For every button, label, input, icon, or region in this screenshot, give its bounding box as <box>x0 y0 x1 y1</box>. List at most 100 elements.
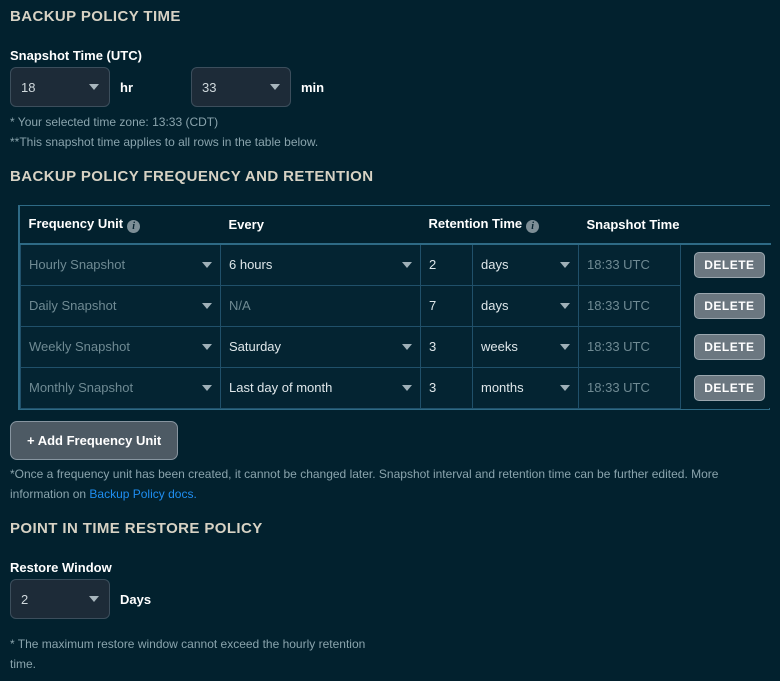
snapshot-time-value: 18:33 UTC <box>587 380 650 395</box>
retention-value: 3 <box>429 380 436 395</box>
column-header-retention-time: Retention Timei <box>421 206 579 244</box>
cell-delete: DELETE <box>681 244 771 285</box>
delete-button[interactable]: DELETE <box>694 293 764 319</box>
cell-frequency-unit[interactable]: Weekly Snapshot <box>21 326 221 367</box>
table-row: Daily Snapshot N/A 7 days 18:33 UTC DELE… <box>21 285 771 326</box>
cell-snapshot-time: 18:33 UTC <box>579 367 681 408</box>
delete-button[interactable]: DELETE <box>694 252 764 278</box>
timezone-note: * Your selected time zone: 13:33 (CDT) <box>10 112 218 132</box>
cell-delete: DELETE <box>681 285 771 326</box>
snapshot-time-value: 18:33 UTC <box>587 298 650 313</box>
table-row: Monthly Snapshot Last day of month 3 mon… <box>21 367 771 408</box>
delete-button[interactable]: DELETE <box>694 375 764 401</box>
snapshot-minute-select[interactable]: 33 <box>191 67 291 107</box>
cell-retention-unit[interactable]: days <box>473 285 579 326</box>
chevron-down-icon <box>560 385 570 391</box>
cell-retention-unit[interactable]: months <box>473 367 579 408</box>
chevron-down-icon <box>402 344 412 350</box>
restore-window-value: 2 <box>21 592 83 607</box>
info-icon[interactable]: i <box>526 220 539 233</box>
column-header-frequency-unit-label: Frequency Unit <box>29 216 124 231</box>
chevron-down-icon <box>402 385 412 391</box>
restore-window-select[interactable]: 2 <box>10 579 110 619</box>
restore-window-label: Restore Window <box>10 560 112 575</box>
point-in-time-restore-heading: POINT IN TIME RESTORE POLICY <box>10 520 263 537</box>
every-value: N/A <box>229 298 251 313</box>
cell-retention-unit[interactable]: weeks <box>473 326 579 367</box>
applies-to-rows-note: **This snapshot time applies to all rows… <box>10 132 318 152</box>
chevron-down-icon <box>560 303 570 309</box>
cell-frequency-unit[interactable]: Daily Snapshot <box>21 285 221 326</box>
retention-unit-value: weeks <box>481 339 518 354</box>
table-row: Hourly Snapshot 6 hours 2 days 18:33 UTC <box>21 244 771 285</box>
minute-unit-label: min <box>301 80 324 95</box>
cell-delete: DELETE <box>681 326 771 367</box>
restore-window-controls: 2 Days <box>10 579 151 619</box>
table-header-row: Frequency Uniti Every Retention Timei Sn… <box>21 206 771 244</box>
cell-frequency-unit[interactable]: Hourly Snapshot <box>21 244 221 285</box>
column-header-snapshot-time: Snapshot Time <box>579 206 771 244</box>
cell-delete: DELETE <box>681 367 771 408</box>
frequency-retention-heading: BACKUP POLICY FREQUENCY AND RETENTION <box>10 168 373 185</box>
add-frequency-unit-button[interactable]: + Add Frequency Unit <box>10 421 178 460</box>
frequency-retention-table-wrap: Frequency Uniti Every Retention Timei Sn… <box>18 205 770 410</box>
cell-retention-value[interactable]: 3 <box>421 367 473 408</box>
snapshot-time-value: 18:33 UTC <box>587 339 650 354</box>
cell-snapshot-time: 18:33 UTC <box>579 244 681 285</box>
column-header-every-label: Every <box>229 217 264 232</box>
frequency-unit-value: Hourly Snapshot <box>29 257 125 272</box>
chevron-down-icon <box>202 303 212 309</box>
cell-frequency-unit[interactable]: Monthly Snapshot <box>21 367 221 408</box>
cell-snapshot-time: 18:33 UTC <box>579 285 681 326</box>
info-icon[interactable]: i <box>127 220 140 233</box>
cell-every[interactable]: Saturday <box>221 326 421 367</box>
every-value: Saturday <box>229 339 281 354</box>
chevron-down-icon <box>270 84 280 90</box>
chevron-down-icon <box>202 385 212 391</box>
backup-policy-docs-link[interactable]: Backup Policy docs. <box>89 487 196 501</box>
snapshot-time-value: 18:33 UTC <box>587 257 650 272</box>
every-value: Last day of month <box>229 380 332 395</box>
chevron-down-icon <box>560 344 570 350</box>
retention-value: 3 <box>429 339 436 354</box>
cell-snapshot-time: 18:33 UTC <box>579 326 681 367</box>
chevron-down-icon <box>89 596 99 602</box>
frequency-retention-table: Frequency Uniti Every Retention Timei Sn… <box>20 206 771 409</box>
column-header-frequency-unit: Frequency Uniti <box>21 206 221 244</box>
retention-value: 7 <box>429 298 436 313</box>
chevron-down-icon <box>202 262 212 268</box>
hour-unit-label: hr <box>120 80 133 95</box>
frequency-unit-value: Weekly Snapshot <box>29 339 130 354</box>
chevron-down-icon <box>89 84 99 90</box>
frequency-footnote: *Once a frequency unit has been created,… <box>10 464 768 504</box>
cell-every: N/A <box>221 285 421 326</box>
retention-unit-value: days <box>481 298 508 313</box>
cell-every[interactable]: Last day of month <box>221 367 421 408</box>
snapshot-time-controls: 18 hr 33 min <box>10 67 324 107</box>
table-header: Frequency Uniti Every Retention Timei Sn… <box>21 206 771 244</box>
chevron-down-icon <box>202 344 212 350</box>
backup-policy-time-heading: BACKUP POLICY TIME <box>10 8 181 25</box>
chevron-down-icon <box>402 262 412 268</box>
cell-retention-value[interactable]: 7 <box>421 285 473 326</box>
restore-window-note: * The maximum restore window cannot exce… <box>10 634 370 674</box>
snapshot-hour-value: 18 <box>21 80 83 95</box>
retention-unit-value: days <box>481 257 508 272</box>
retention-value: 2 <box>429 257 436 272</box>
snapshot-hour-select[interactable]: 18 <box>10 67 110 107</box>
retention-unit-value: months <box>481 380 524 395</box>
cell-retention-unit[interactable]: days <box>473 244 579 285</box>
snapshot-minute-value: 33 <box>202 80 264 95</box>
frequency-unit-value: Monthly Snapshot <box>29 380 133 395</box>
cell-retention-value[interactable]: 2 <box>421 244 473 285</box>
column-header-every: Every <box>221 206 421 244</box>
cell-every[interactable]: 6 hours <box>221 244 421 285</box>
frequency-unit-value: Daily Snapshot <box>29 298 116 313</box>
cell-retention-value[interactable]: 3 <box>421 326 473 367</box>
delete-button[interactable]: DELETE <box>694 334 764 360</box>
chevron-down-icon <box>560 262 570 268</box>
every-value: 6 hours <box>229 257 272 272</box>
table-row: Weekly Snapshot Saturday 3 weeks 18:33 U… <box>21 326 771 367</box>
backup-policy-page: BACKUP POLICY TIME Snapshot Time (UTC) 1… <box>0 0 780 681</box>
column-header-snapshot-time-label: Snapshot Time <box>587 217 680 232</box>
